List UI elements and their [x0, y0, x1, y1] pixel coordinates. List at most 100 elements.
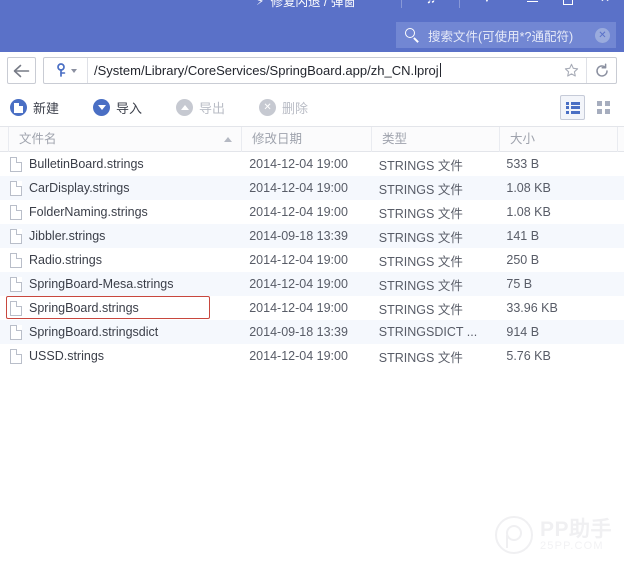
column-header-name-label: 文件名	[19, 131, 57, 146]
document-icon	[10, 276, 22, 292]
file-date-cell: 2014-12-04 19:00	[249, 205, 348, 219]
file-name-label: SpringBoard-Mesa.strings	[29, 277, 174, 291]
file-name-cell: SpringBoard-Mesa.strings	[8, 276, 249, 292]
file-row[interactable]: CarDisplay.strings 2014-12-04 19:00 STRING…	[0, 176, 624, 200]
address-path-input[interactable]: /System/Library/CoreServices/SpringBoard…	[88, 63, 556, 78]
document-icon	[10, 348, 22, 364]
file-row[interactable]: SpringBoard.stringsdict 2014-09-18 13:39 S…	[0, 320, 624, 344]
file-size-cell: 250 B	[506, 253, 540, 267]
close-icon: ✕	[600, 0, 610, 5]
back-button[interactable]	[7, 57, 36, 84]
document-icon	[10, 180, 22, 196]
new-button-label: 新建	[33, 101, 60, 116]
file-name-label: Radio.strings	[29, 253, 102, 267]
file-row[interactable]: SpringBoard.strings 2014-12-04 19:00 STRIN…	[0, 296, 624, 320]
file-size-cell: 533 B	[506, 157, 540, 171]
document-icon	[10, 228, 22, 244]
file-type-cell: STRINGS 文件	[378, 182, 463, 197]
file-name-cell: FolderNaming.strings	[8, 204, 249, 220]
column-header-row: 文件名 修改日期 类型 大小	[0, 126, 624, 152]
file-date-cell: 2014-12-04 19:00	[249, 253, 348, 267]
file-date-cell: 2014-12-04 19:00	[249, 157, 348, 171]
bookmark-star-icon[interactable]	[556, 58, 586, 83]
reload-button[interactable]	[586, 58, 616, 83]
document-icon	[10, 324, 22, 340]
promo-banner[interactable]: ⚡ 修复闪退 / 弹窗	[256, 0, 356, 10]
file-row[interactable]: BulletinBoard.strings 2014-12-04 19:00 STR…	[0, 152, 624, 176]
file-date-cell: 2014-09-18 13:39	[249, 229, 348, 243]
list-view-button[interactable]	[560, 95, 585, 120]
minimize-button[interactable]	[519, 0, 545, 8]
export-up-arrow-icon	[176, 99, 194, 116]
file-type-cell: STRINGS 文件	[378, 278, 463, 293]
file-date-cell: 2014-12-04 19:00	[249, 301, 348, 315]
grid-view-button[interactable]	[591, 95, 616, 120]
column-header-date-label: 修改日期	[252, 131, 303, 146]
promo-label: 修复闪退 / 弹窗	[270, 0, 356, 9]
device-selector[interactable]	[44, 58, 88, 83]
file-type-cell: STRINGS 文件	[378, 254, 463, 269]
file-name-cell: USSD.strings	[8, 348, 249, 364]
chevron-down-icon	[70, 68, 77, 73]
file-row[interactable]: SpringBoard-Mesa.strings 2014-12-04 19:00…	[0, 272, 624, 296]
document-icon	[10, 300, 22, 316]
file-name-label: BulletinBoard.strings	[29, 157, 144, 171]
file-type-cell: STRINGS 文件	[378, 302, 463, 317]
file-name-label: SpringBoard.stringsdict	[29, 325, 159, 339]
grid-view-icon	[597, 101, 610, 114]
maximize-button[interactable]	[555, 0, 581, 8]
column-header-size[interactable]: 大小	[500, 126, 618, 152]
file-row[interactable]: Jibbler.strings 2014-09-18 13:39 STRINGS 文…	[0, 224, 624, 248]
file-size-cell: 1.08 KB	[506, 205, 551, 219]
action-toolbar: 新建 导入 导出 ✕ 删除	[0, 89, 624, 127]
column-header-type-label: 类型	[382, 131, 408, 146]
column-header-type[interactable]: 类型	[372, 126, 500, 152]
file-name-label: Jibbler.strings	[29, 229, 106, 243]
file-date-cell: 2014-12-04 19:00	[249, 277, 348, 291]
file-size-cell: 5.76 KB	[506, 349, 551, 363]
file-type-cell: STRINGS 文件	[378, 230, 463, 245]
file-row[interactable]: USSD.strings 2014-12-04 19:00 STRINGS 文件 5.…	[0, 344, 624, 368]
file-size-cell: 33.96 KB	[506, 301, 558, 315]
list-view-icon	[565, 101, 580, 114]
file-date-cell: 2014-09-18 13:39	[249, 325, 348, 339]
close-button[interactable]: ✕	[592, 0, 618, 8]
text-cursor	[439, 63, 441, 77]
file-type-cell: STRINGSDICT ...	[378, 325, 478, 339]
file-size-cell: 914 B	[506, 325, 540, 339]
file-row[interactable]: FolderNaming.strings 2014-12-04 19:00 STRI…	[0, 200, 624, 224]
file-name-cell: Jibbler.strings	[8, 228, 249, 244]
column-header-date[interactable]: 修改日期	[242, 126, 372, 152]
file-date-cell: 2014-12-04 19:00	[249, 181, 348, 195]
file-name-label: CarDisplay.strings	[29, 181, 130, 195]
chevron-down-icon[interactable]: ▼	[474, 0, 500, 8]
music-note-icon[interactable]: ♫	[419, 0, 443, 8]
back-arrow-icon	[13, 64, 30, 77]
search-box[interactable]: 搜索文件(可使用*?通配符) ✕	[396, 22, 616, 48]
file-date-cell: 2014-12-04 19:00	[249, 349, 348, 363]
export-button-label: 导出	[199, 101, 226, 116]
file-name-cell: Radio.strings	[8, 252, 249, 268]
import-button-label: 导入	[116, 101, 143, 116]
file-type-cell: STRINGS 文件	[378, 350, 463, 365]
column-header-name[interactable]: 文件名	[8, 126, 242, 152]
reload-icon	[595, 62, 608, 77]
import-down-arrow-icon	[93, 99, 111, 116]
file-name-label: USSD.strings	[29, 349, 105, 363]
file-manager-window: ⚡ 修复闪退 / 弹窗 ♫ ▼ ✕ 搜索文件(可使用*?通配符) ✕	[0, 0, 624, 562]
new-button[interactable]: 新建	[10, 98, 59, 117]
lightning-bolt-icon: ⚡	[256, 0, 265, 8]
address-field[interactable]: /System/Library/CoreServices/SpringBoard…	[43, 57, 617, 84]
file-name-cell: SpringBoard.stringsdict	[8, 324, 249, 340]
file-list[interactable]: BulletinBoard.strings 2014-12-04 19:00 STR…	[0, 152, 624, 562]
search-clear-button[interactable]: ✕	[595, 27, 610, 43]
delete-x-icon: ✕	[259, 99, 277, 116]
search-input[interactable]: 搜索文件(可使用*?通配符)	[428, 26, 595, 45]
file-name-cell: CarDisplay.strings	[8, 180, 249, 196]
file-size-cell: 75 B	[506, 277, 533, 291]
maximize-icon	[563, 0, 573, 5]
file-name-label: FolderNaming.strings	[29, 205, 148, 219]
sort-ascending-icon	[224, 136, 232, 142]
file-row[interactable]: Radio.strings 2014-12-04 19:00 STRINGS 文件 2…	[0, 248, 624, 272]
import-button[interactable]: 导入	[93, 98, 142, 117]
